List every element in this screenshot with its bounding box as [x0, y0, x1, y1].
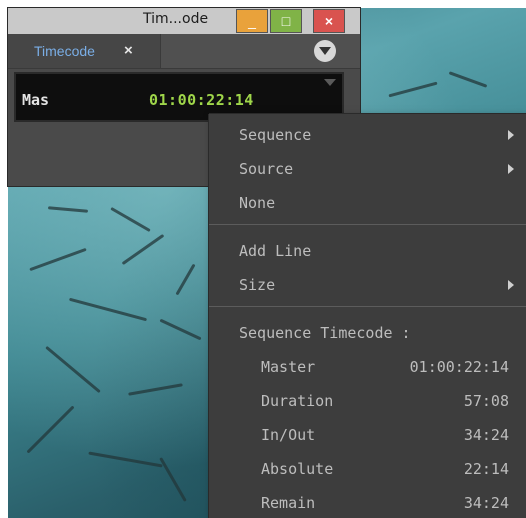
timecode-value: 01:00:22:14 — [149, 91, 254, 109]
window-title: Tim...ode — [143, 11, 209, 27]
menu-section-header: Sequence Timecode : — [239, 324, 411, 342]
tab-label: Timecode — [34, 43, 95, 59]
submenu-arrow-icon — [508, 280, 514, 290]
shrimp-shape — [388, 81, 438, 98]
shrimp-shape — [159, 457, 187, 502]
menu-item-add-line[interactable]: Add Line — [239, 242, 311, 260]
shrimp-shape — [47, 206, 89, 213]
menu-item-source[interactable]: Source — [239, 160, 293, 178]
menu-separator — [209, 224, 526, 225]
menu-separator — [209, 306, 526, 307]
timecode-row-value: 01:00:22:14 — [409, 358, 509, 376]
shrimp-shape — [448, 71, 488, 88]
menu-item-size[interactable]: Size — [239, 276, 275, 294]
submenu-arrow-icon — [508, 164, 514, 174]
minimize-button[interactable]: _ — [236, 9, 268, 33]
timecode-context-menu: Sequence Source None Add Line Size Seque… — [209, 114, 526, 518]
tab-timecode[interactable]: Timecode × — [8, 34, 161, 68]
timecode-row-label: In/Out — [261, 426, 316, 444]
chevron-down-icon — [319, 47, 331, 55]
tab-bar: Timecode × — [8, 34, 360, 69]
timecode-row-label: Absolute — [261, 460, 334, 478]
display-dropdown-icon[interactable] — [324, 79, 336, 86]
shrimp-shape — [45, 345, 101, 394]
shrimp-shape — [128, 383, 183, 396]
timecode-row-label: Duration — [261, 392, 334, 410]
tab-close-icon[interactable]: × — [124, 42, 133, 59]
close-icon: × — [324, 13, 334, 29]
timecode-row-value: 34:24 — [463, 426, 509, 444]
shrimp-shape — [110, 206, 151, 233]
shrimp-shape — [121, 233, 165, 266]
close-button[interactable]: × — [313, 9, 345, 33]
maximize-button[interactable]: □ — [270, 9, 302, 33]
timecode-row-label: Master — [261, 358, 316, 376]
panel-menu-button[interactable] — [314, 40, 336, 62]
shrimp-shape — [88, 451, 163, 468]
timecode-row-value: 22:14 — [463, 460, 509, 478]
menu-item-none[interactable]: None — [239, 194, 275, 212]
timecode-track-label: Mas — [22, 91, 50, 109]
maximize-icon: □ — [281, 13, 291, 29]
menu-item-sequence[interactable]: Sequence — [239, 126, 311, 144]
shrimp-shape — [68, 297, 148, 322]
shrimp-shape — [26, 405, 75, 454]
timecode-row-label: Remain — [261, 494, 316, 512]
shrimp-shape — [159, 318, 202, 341]
shrimp-shape — [29, 247, 87, 272]
timecode-row-value: 57:08 — [463, 392, 509, 410]
timecode-row-value: 34:24 — [463, 494, 509, 512]
submenu-arrow-icon — [508, 130, 514, 140]
minimize-icon: _ — [248, 13, 256, 29]
shrimp-shape — [175, 263, 196, 296]
title-bar[interactable]: Tim...ode _ □ × — [8, 8, 360, 34]
